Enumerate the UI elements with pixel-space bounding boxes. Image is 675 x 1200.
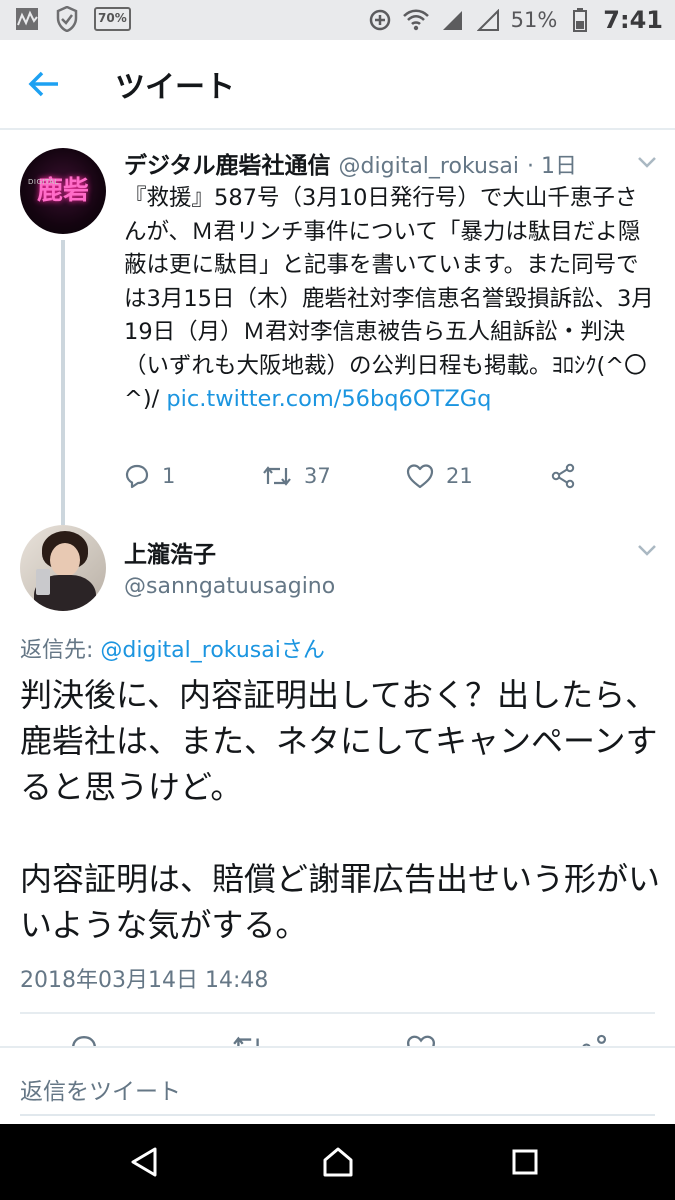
time-ago: · 1日 [527,154,577,179]
tweet-text: 判決後に、内容証明出しておく？出したら、鹿砦社は、また、ネタにしてキャンペーンす… [20,676,661,944]
triangle-back-icon [131,1147,157,1177]
media-link[interactable]: pic.twitter.com/56bq6OTZGq [166,386,491,412]
battery-percent: 51% [510,8,558,32]
reply-button[interactable]: 1 [124,456,175,496]
square-recents-icon [512,1149,538,1175]
divider [20,1012,655,1014]
share-button[interactable] [550,456,576,496]
reply-input[interactable]: 返信をツイート [20,1072,181,1106]
signal-empty-icon [475,7,501,33]
battery-saver-label: 70% [98,11,127,25]
chevron-down-icon[interactable] [634,152,660,172]
handle[interactable]: @sanngatuusagino [124,574,335,599]
reply-icon [125,464,149,489]
tweet-actions [0,1028,675,1048]
handle[interactable]: @digital_rokusai [339,154,519,179]
arrow-left-icon [28,71,58,97]
back-button[interactable] [22,64,66,104]
home-icon [323,1147,353,1177]
tweet-text-body: 『救援』587号（3月10日発行号）で大山千恵子さんが、Ｍ君リンチ事件について「… [124,185,654,412]
avatar[interactable]: DIGITAL 鹿砦 [20,148,106,234]
reply-to-link[interactable]: @digital_rokusaiさん [100,638,324,663]
avatar-logo-sub: DIGITAL [28,178,59,186]
clock: 7:41 [603,6,663,34]
reply-composer[interactable]: 返信をツイート [0,1046,675,1124]
nav-recents-button[interactable] [503,1142,547,1182]
page-title: ツイート [115,70,235,105]
heart-icon [406,464,434,489]
nav-home-button[interactable] [316,1142,360,1182]
shield-check-icon [54,6,80,32]
app-bar: ツイート [0,40,675,130]
battery-saver-icon: 70% [94,7,131,31]
battery-icon [567,7,593,33]
input-underline [20,1114,655,1116]
parent-tweet[interactable]: DIGITAL 鹿砦 デジタル鹿砦社通信 @digital_rokusai · … [0,130,675,510]
reply-to: 返信先: @digital_rokusaiさん [20,632,325,664]
activity-icon [14,6,40,32]
tweet-header: デジタル鹿砦社通信 @digital_rokusai · 1日 [124,146,655,180]
retweet-icon [263,466,291,486]
like-button[interactable]: 21 [406,456,473,496]
data-saver-icon [367,7,393,33]
signal-icon [439,7,465,33]
retweet-count: 37 [304,464,331,488]
reply-count: 1 [162,464,176,488]
navigation-bar [0,1124,675,1200]
tweet-text: 『救援』587号（3月10日発行号）で大山千恵子さんが、Ｍ君リンチ事件について「… [124,182,654,417]
timestamp: 2018年03月14日 14:48 [20,968,269,993]
status-bar: 70% 51% 7:41 [0,0,675,40]
wifi-icon [402,7,429,33]
like-count: 21 [446,464,473,488]
retweet-button[interactable]: 37 [262,456,331,496]
tweet-actions: 1 37 21 [124,456,594,496]
reply-to-prefix: 返信先: [20,638,101,663]
share-icon [551,463,575,489]
avatar[interactable] [20,525,106,611]
display-name[interactable]: デジタル鹿砦社通信 [124,146,331,180]
chevron-down-icon[interactable] [634,540,660,560]
thread-line [61,240,65,525]
nav-back-button[interactable] [122,1142,166,1182]
display-name[interactable]: 上瀧浩子 [124,535,216,569]
